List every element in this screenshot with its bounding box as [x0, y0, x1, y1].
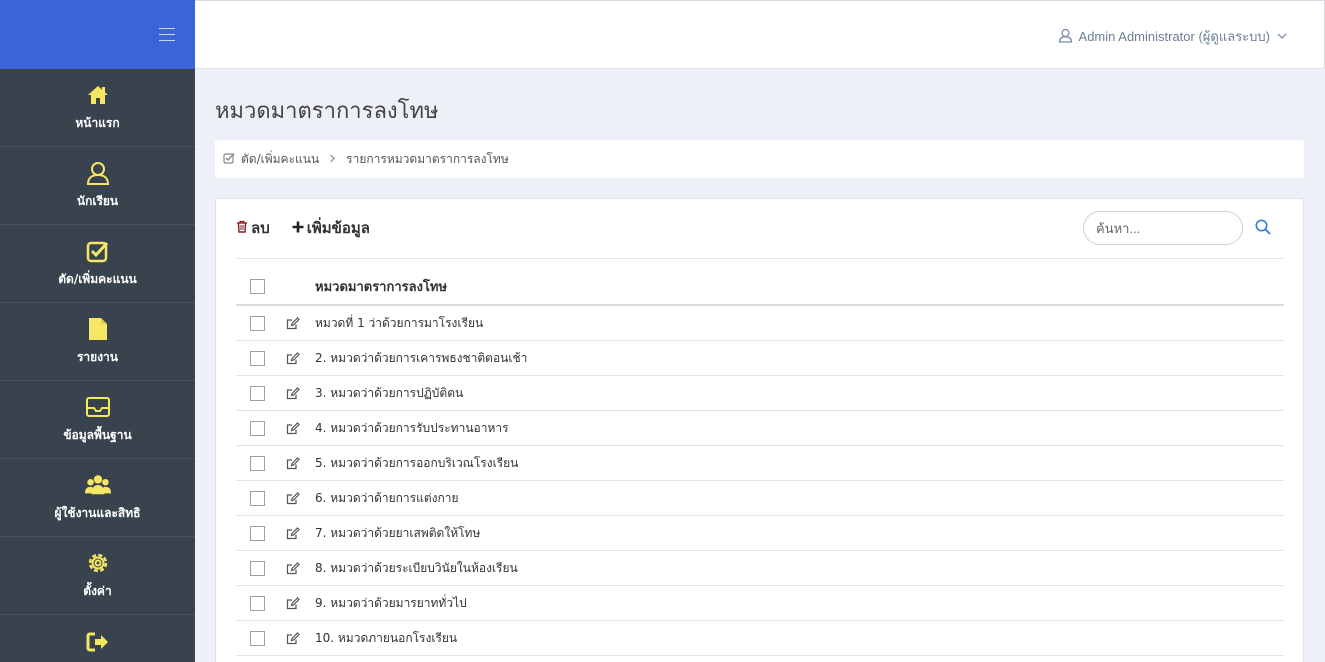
row-checkbox[interactable] — [250, 455, 265, 471]
sidebar-item-students[interactable]: นักเรียน — [0, 147, 195, 225]
table-row: หมวดที่ 1 ว่าด้วยการมาโรงเรียน — [236, 306, 1284, 341]
row-checkbox[interactable] — [250, 350, 265, 366]
table-row: 4. หมวดว่าด้วยการรับประทานอาหาร — [236, 411, 1284, 446]
home-icon — [85, 82, 111, 108]
user-icon — [1058, 28, 1073, 46]
users-icon — [84, 472, 111, 498]
sidebar-item-report[interactable]: รายงาน — [0, 303, 195, 381]
table-row: 9. หมวดว่าด้วยมารยาททั่วไป — [236, 586, 1284, 621]
sidebar-item-label: รายงาน — [76, 350, 118, 364]
row-text: 3. หมวดว่าด้วยการปฏิบัติตน — [315, 385, 464, 400]
sidebar-item-users[interactable]: ผู้ใช้งานและสิทธิ — [0, 459, 195, 537]
toolbar: ลบ เพิ่มข้อมูล — [236, 216, 370, 240]
file-icon — [85, 316, 111, 342]
sidebar: หน้าแรก นักเรียน ตัด/เพิ่มคะแนน รายงาน ข… — [0, 0, 195, 662]
sidebar-item-label: ตั้งค่า — [83, 584, 112, 598]
gear-icon — [85, 550, 111, 576]
sidebar-item-home[interactable]: หน้าแรก — [0, 69, 195, 147]
row-text: 5. หมวดว่าด้วยการออกบริเวณโรงเรียน — [315, 455, 519, 470]
select-all-checkbox[interactable] — [250, 279, 265, 294]
user-menu[interactable]: Admin Administrator (ผู้ดูแลระบบ) — [1058, 26, 1288, 47]
edit-icon[interactable] — [285, 525, 301, 541]
sidebar-brand — [0, 0, 195, 69]
edit-icon[interactable] — [285, 385, 301, 401]
table-row: 6. หมวดว่าด้ายการแต่งกาย — [236, 481, 1284, 516]
inbox-icon — [85, 394, 111, 420]
table-body: หมวดที่ 1 ว่าด้วยการมาโรงเรียน 2. หมวดว่า… — [236, 306, 1284, 656]
check-square-icon — [85, 238, 111, 264]
sidebar-item-label: ผู้ใช้งานและสิทธิ — [54, 506, 141, 520]
check-square-icon — [223, 152, 235, 167]
row-text: 7. หมวดว่าด้วยยาเสพติดให้โทษ — [315, 525, 481, 540]
breadcrumb-current: รายการหมวดมาตราการลงโทษ — [346, 151, 509, 166]
row-checkbox[interactable] — [250, 525, 265, 541]
sidebar-item-label: ข้อมูลพื้นฐาน — [63, 428, 132, 442]
table-header: หมวดมาตราการลงโทษ — [236, 269, 1284, 306]
row-text: 2. หมวดว่าด้วยการเคารพธงชาติตอนเช้า — [315, 350, 528, 365]
trash-icon — [236, 219, 248, 237]
plus-icon — [292, 219, 304, 237]
edit-icon[interactable] — [285, 420, 301, 436]
row-checkbox[interactable] — [250, 560, 265, 576]
column-header: หมวดมาตราการลงโทษ — [315, 280, 448, 295]
row-text: 6. หมวดว่าด้ายการแต่งกาย — [315, 490, 459, 505]
sidebar-item-label: ตัด/เพิ่มคะแนน — [58, 272, 137, 286]
content-card: ลบ เพิ่มข้อมูล หมวดมาตราการลงโทษ หมวดที่… — [215, 198, 1304, 662]
row-checkbox[interactable] — [250, 420, 265, 436]
student-icon — [85, 160, 111, 186]
table-row: 8. หมวดว่าด้วยระเบียบวินัยในห้องเรียน — [236, 551, 1284, 586]
sidebar-item-label: นักเรียน — [76, 194, 119, 208]
table-row: 10. หมวดภายนอกโรงเรียน — [236, 621, 1284, 656]
table-row: 7. หมวดว่าด้วยยาเสพติดให้โทษ — [236, 516, 1284, 551]
sidebar-item-label: หน้าแรก — [75, 116, 120, 130]
add-button-label: เพิ่มข้อมูล — [306, 219, 370, 237]
sidebar-item-settings[interactable]: ตั้งค่า — [0, 537, 195, 615]
page-title: หมวดมาตราการลงโทษ — [215, 99, 439, 124]
row-text: 8. หมวดว่าด้วยระเบียบวินัยในห้องเรียน — [315, 560, 518, 575]
table-row: 2. หมวดว่าด้วยการเคารพธงชาติตอนเช้า — [236, 341, 1284, 376]
row-text: 9. หมวดว่าด้วยมารยาททั่วไป — [315, 595, 467, 610]
sidebar-item-master-data[interactable]: ข้อมูลพื้นฐาน — [0, 381, 195, 459]
search-icon[interactable] — [1254, 218, 1274, 238]
row-checkbox[interactable] — [250, 385, 265, 401]
row-checkbox[interactable] — [250, 595, 265, 611]
table-row: 5. หมวดว่าด้วยการออกบริเวณโรงเรียน — [236, 446, 1284, 481]
row-checkbox[interactable] — [250, 490, 265, 506]
logout-icon — [85, 629, 111, 655]
row-checkbox[interactable] — [250, 315, 265, 331]
edit-icon[interactable] — [285, 350, 301, 366]
table-row: 3. หมวดว่าด้วยการปฏิบัติตน — [236, 376, 1284, 411]
delete-button[interactable]: ลบ — [236, 216, 270, 240]
row-text: 10. หมวดภายนอกโรงเรียน — [315, 630, 458, 645]
toolbar-divider — [236, 258, 1284, 259]
edit-icon[interactable] — [285, 490, 301, 506]
sidebar-item-logout[interactable] — [0, 615, 195, 662]
data-table: หมวดมาตราการลงโทษ หมวดที่ 1 ว่าด้วยการมา… — [236, 269, 1284, 656]
breadcrumb: ตัด/เพิ่มคะแนน รายการหมวดมาตราการลงโทษ — [215, 140, 1304, 178]
edit-icon[interactable] — [285, 315, 301, 331]
row-text: หมวดที่ 1 ว่าด้วยการมาโรงเรียน — [315, 315, 484, 330]
chevron-right-icon — [329, 152, 336, 166]
search-input[interactable] — [1083, 211, 1243, 245]
edit-icon[interactable] — [285, 455, 301, 471]
edit-icon[interactable] — [285, 560, 301, 576]
edit-icon[interactable] — [285, 630, 301, 646]
chevron-down-icon — [1276, 29, 1288, 44]
topbar: Admin Administrator (ผู้ดูแลระบบ) — [195, 0, 1325, 69]
edit-icon[interactable] — [285, 595, 301, 611]
sidebar-item-score[interactable]: ตัด/เพิ่มคะแนน — [0, 225, 195, 303]
row-checkbox[interactable] — [250, 630, 265, 646]
breadcrumb-link[interactable]: ตัด/เพิ่มคะแนน — [241, 150, 319, 169]
row-text: 4. หมวดว่าด้วยการรับประทานอาหาร — [315, 420, 509, 435]
delete-button-label: ลบ — [251, 219, 270, 237]
add-button[interactable]: เพิ่มข้อมูล — [292, 216, 370, 240]
menu-toggle-icon[interactable] — [159, 28, 175, 41]
user-name: Admin Administrator (ผู้ดูแลระบบ) — [1078, 29, 1270, 44]
